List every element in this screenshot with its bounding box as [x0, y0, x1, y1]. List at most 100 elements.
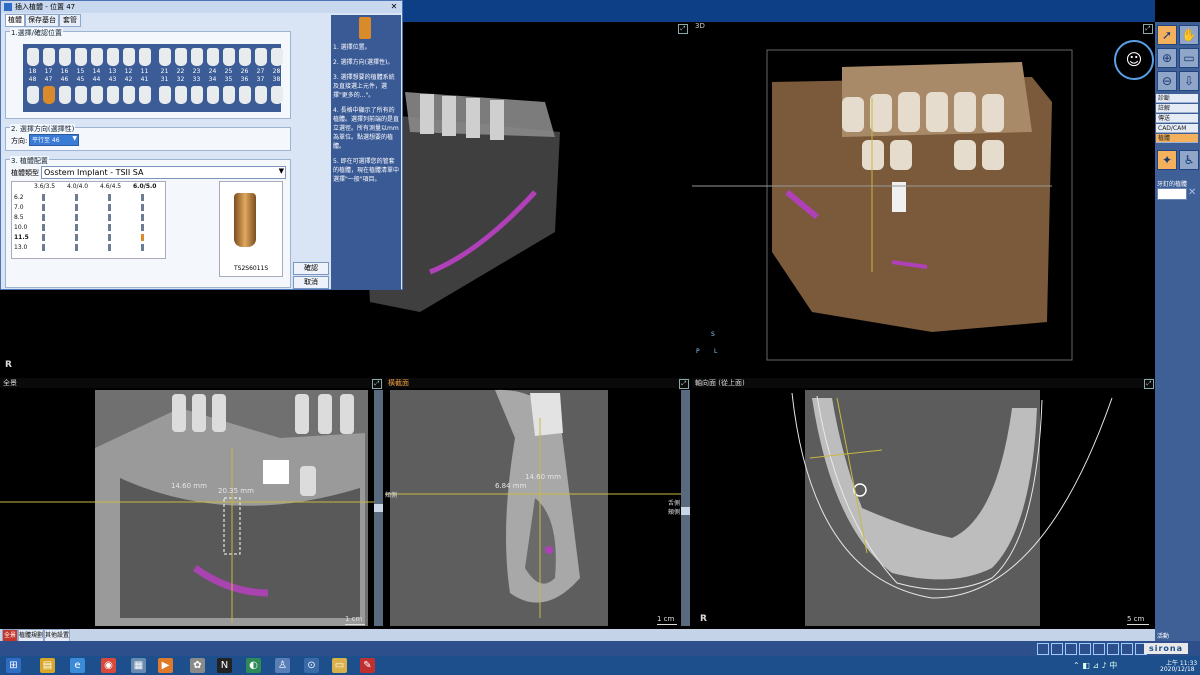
nerve-tool-icon[interactable]: ♿ — [1179, 150, 1199, 170]
implant-size-cell[interactable] — [75, 214, 78, 221]
tab-implant[interactable]: 植體 — [5, 14, 25, 27]
direction-dropdown[interactable]: 平行至 46 ▼ — [29, 134, 79, 146]
tooth-33[interactable] — [191, 86, 203, 104]
tooth-41[interactable] — [139, 86, 151, 104]
close-icon[interactable]: ✕ — [1188, 187, 1196, 198]
app-icon[interactable]: ✎ — [360, 658, 375, 673]
implant-size-cell[interactable] — [141, 194, 144, 201]
chrome-icon[interactable]: ◉ — [101, 658, 116, 673]
pointer-tool-icon[interactable]: ➚ — [1157, 25, 1177, 45]
implant-size-cell[interactable] — [42, 194, 45, 201]
tooth-22[interactable] — [175, 48, 187, 66]
galaxis-icon[interactable]: ⊙ — [304, 658, 319, 673]
tooth-45[interactable] — [75, 86, 87, 104]
close-icon[interactable]: ✕ — [389, 2, 399, 11]
tooth-31[interactable] — [159, 86, 171, 104]
tooth-48[interactable] — [27, 86, 39, 104]
slider-handle[interactable] — [374, 504, 383, 512]
tooth-25[interactable] — [223, 48, 235, 66]
viewport-axial[interactable]: 軸向面 (從上面) ⤢ R 5 cm — [692, 378, 1155, 628]
tooth-16[interactable] — [59, 48, 71, 66]
viewport-cross-section[interactable]: 橫截面 ⤢ 14.60 mm 6.84 mm 頰側 舌側 / 頰側 1 cm — [385, 378, 690, 628]
tooth-17[interactable] — [43, 48, 55, 66]
tooth-23[interactable] — [191, 48, 203, 66]
tooth-32[interactable] — [175, 86, 187, 104]
edge-icon[interactable]: ◐ — [246, 658, 261, 673]
view-orientation-cube-icon[interactable]: ☺ — [1114, 40, 1154, 80]
implant-size-cell[interactable] — [75, 224, 78, 231]
implant-size-cell[interactable] — [42, 204, 45, 211]
menu-item-cadcam[interactable]: CAD/CAM — [1156, 124, 1198, 133]
app-icon[interactable]: ✿ — [190, 658, 205, 673]
pan-hand-icon[interactable]: ✋ — [1179, 25, 1199, 45]
layout-icon[interactable] — [1037, 643, 1049, 655]
tooth-27[interactable] — [255, 48, 267, 66]
layout-icon[interactable] — [1065, 643, 1077, 655]
implant-size-cell[interactable] — [108, 214, 111, 221]
tooth-47[interactable] — [43, 86, 55, 104]
ie-icon[interactable]: e — [70, 658, 85, 673]
app-icon[interactable]: ▦ — [131, 658, 146, 673]
layout-icon[interactable] — [1107, 643, 1119, 655]
implant-size-cell[interactable] — [108, 244, 111, 251]
implant-size-cell[interactable] — [108, 194, 111, 201]
tooth-42[interactable] — [123, 86, 135, 104]
tooth-13[interactable] — [107, 48, 119, 66]
layout-icon[interactable] — [1093, 643, 1105, 655]
media-icon[interactable]: ▶ — [158, 658, 173, 673]
slider-handle[interactable] — [681, 507, 690, 515]
tooth-24[interactable] — [207, 48, 219, 66]
cancel-button[interactable]: 取消 — [293, 276, 329, 289]
menu-item-transfer[interactable]: 傳送 — [1156, 114, 1198, 123]
layout-icon[interactable] — [1121, 643, 1133, 655]
implant-size-cell[interactable] — [141, 214, 144, 221]
tooth-18[interactable] — [27, 48, 39, 66]
implant-size-cell[interactable] — [75, 204, 78, 211]
slice-slider[interactable] — [681, 390, 690, 626]
implant-size-cell[interactable] — [108, 234, 111, 241]
menu-item-annotation[interactable]: 註解 — [1156, 104, 1198, 113]
layout-icon[interactable] — [1051, 643, 1063, 655]
implant-size-cell[interactable] — [141, 224, 144, 231]
tooth-11[interactable] — [139, 48, 151, 66]
slice-slider[interactable] — [374, 390, 383, 626]
ok-button[interactable]: 確認 — [293, 262, 329, 275]
implant-size-cell[interactable] — [108, 224, 111, 231]
implant-type-select[interactable]: Osstem Implant - TSII SA ▼ — [41, 166, 286, 179]
tooth-35[interactable] — [223, 86, 235, 104]
tooth-46[interactable] — [59, 86, 71, 104]
implant-select[interactable] — [1157, 188, 1187, 200]
zoom-out-icon[interactable]: ⊖ — [1157, 71, 1177, 91]
start-icon[interactable]: ⊞ — [6, 658, 21, 673]
clock-date[interactable]: 2020/12/18 — [1160, 666, 1195, 673]
implant-size-cell[interactable] — [42, 224, 45, 231]
layout-icon[interactable] — [1079, 643, 1091, 655]
viewport-3d[interactable]: 3D ⤢ S P L ☺ — [692, 22, 1155, 376]
tooth-28[interactable] — [271, 48, 283, 66]
implant-size-cell[interactable] — [42, 244, 45, 251]
tooth-12[interactable] — [123, 48, 135, 66]
implant-size-cell[interactable] — [108, 204, 111, 211]
maximize-icon[interactable]: ⤢ — [678, 24, 688, 34]
implant-size-cell[interactable] — [75, 194, 78, 201]
notes-icon[interactable]: N — [217, 658, 232, 673]
tooth-43[interactable] — [107, 86, 119, 104]
zoom-in-icon[interactable]: ⊕ — [1157, 48, 1177, 68]
tooth-44[interactable] — [91, 86, 103, 104]
window-icon[interactable]: ▭ — [1179, 48, 1199, 68]
tooth-14[interactable] — [91, 48, 103, 66]
implant-size-cell[interactable] — [141, 234, 144, 241]
tooth-15[interactable] — [75, 48, 87, 66]
menu-item-implant[interactable]: 植體 — [1156, 134, 1198, 143]
tooth-app-icon[interactable]: ♙ — [275, 658, 290, 673]
tooth-36[interactable] — [239, 86, 251, 104]
implant-tool-icon[interactable]: ✦ — [1157, 150, 1177, 170]
implant-size-cell[interactable] — [75, 234, 78, 241]
folder-icon[interactable]: ▭ — [332, 658, 347, 673]
implant-size-cell[interactable] — [141, 244, 144, 251]
implant-size-cell[interactable] — [141, 204, 144, 211]
tooth-26[interactable] — [239, 48, 251, 66]
tab-sleeve[interactable]: 套管 — [59, 14, 81, 27]
tab-abutment[interactable]: 保存基台 — [25, 14, 59, 27]
implant-size-cell[interactable] — [42, 234, 45, 241]
